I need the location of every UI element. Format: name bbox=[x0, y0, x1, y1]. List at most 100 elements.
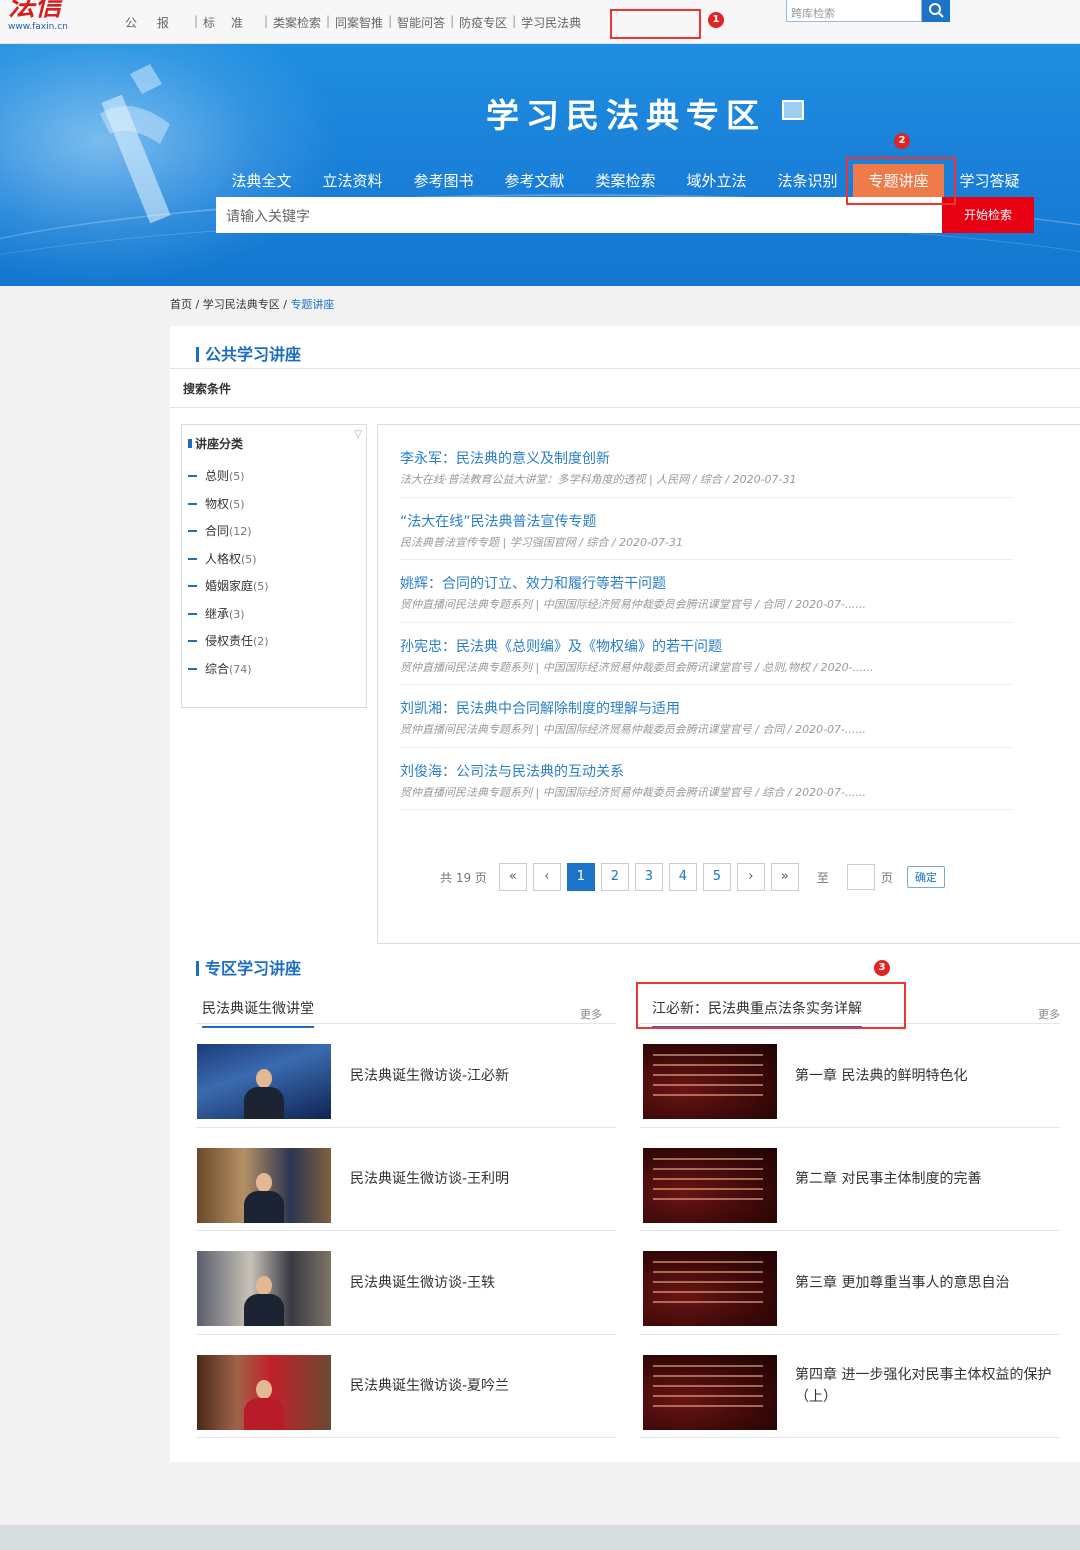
cross-db-search-input[interactable]: 跨库检索 bbox=[786, 0, 922, 22]
breadcrumb-section[interactable]: 学习民法典专区 bbox=[203, 298, 280, 311]
top-bar: 法信 www.faxin.cn 公报 标准 类案检索 同案智推 智能问答 防疫专… bbox=[0, 0, 1080, 44]
video-item[interactable]: 第四章 进一步强化对民事主体权益的保护（上） bbox=[640, 1335, 1060, 1438]
highlight-box-lectures-tab bbox=[846, 157, 956, 205]
tab-literature[interactable]: 参考文献 bbox=[489, 164, 580, 198]
title-card-lines bbox=[653, 1054, 763, 1104]
category-count: (5) bbox=[253, 580, 269, 593]
code-explained-column: 江必新：民法典重点法条实务详解 更多 第一章 民法典的鲜明特色化 第二章 对民事… bbox=[640, 986, 1060, 1438]
category-item[interactable]: 合同(12) bbox=[188, 522, 269, 550]
video-thumbnail[interactable] bbox=[643, 1251, 777, 1326]
huabiao-pillar-icon bbox=[100, 64, 171, 224]
category-name: 婚姻家庭 bbox=[205, 579, 254, 593]
lecture-title-link[interactable]: 刘凯湘：民法典中合同解除制度的理解与适用 bbox=[400, 698, 1012, 718]
lecture-meta: 贸仲直播间民法典专题系列 | 中国国际经济贸易仲裁委员会腾讯课堂官号 / 综合 … bbox=[400, 785, 867, 799]
video-title[interactable]: 民法典诞生微访谈-王轶 bbox=[350, 1231, 620, 1334]
video-title[interactable]: 第四章 进一步强化对民事主体权益的保护（上） bbox=[795, 1335, 1057, 1438]
tab-books[interactable]: 参考图书 bbox=[398, 164, 489, 198]
top-search-button[interactable] bbox=[922, 0, 950, 22]
category-item[interactable]: 继承(3) bbox=[188, 605, 269, 633]
first-page-button[interactable]: « bbox=[498, 863, 527, 891]
page-button-5[interactable]: 5 bbox=[702, 863, 731, 891]
page-button-3[interactable]: 3 bbox=[634, 863, 663, 891]
video-item[interactable]: 第一章 民法典的鲜明特色化 bbox=[640, 1024, 1060, 1128]
footer-strip bbox=[0, 1525, 1080, 1550]
tab-foreign-law[interactable]: 域外立法 bbox=[671, 164, 762, 198]
video-thumbnail[interactable] bbox=[643, 1147, 777, 1223]
category-item[interactable]: 人格权(5) bbox=[188, 550, 269, 578]
nav-item-gazette[interactable]: 公报 bbox=[118, 14, 196, 31]
category-name: 侵权责任 bbox=[205, 634, 254, 648]
video-thumbnail[interactable] bbox=[643, 1354, 777, 1430]
video-thumbnail[interactable] bbox=[197, 1147, 331, 1223]
tab-article-recognition[interactable]: 法条识别 bbox=[762, 164, 853, 198]
more-link[interactable]: 更多 bbox=[1038, 1006, 1060, 1022]
video-item[interactable]: 民法典诞生微访谈-王利明 bbox=[196, 1128, 616, 1231]
public-lectures-title-text: 公共学习讲座 bbox=[205, 345, 302, 364]
step-badge-3: 3 bbox=[874, 960, 890, 976]
lecture-meta: 贸仲直播间民法典专题系列 | 中国国际经济贸易仲裁委员会腾讯课堂官号 / 总则,… bbox=[400, 660, 874, 674]
lecture-title-link[interactable]: 孙宪忠：民法典《总则编》及《物权编》的若干问题 bbox=[400, 636, 1012, 656]
goto-page-input[interactable] bbox=[846, 864, 875, 890]
page-button-1[interactable]: 1 bbox=[566, 863, 595, 891]
confirm-page-button[interactable]: 确定 bbox=[906, 866, 945, 888]
category-item[interactable]: 综合(74) bbox=[188, 660, 269, 688]
category-item[interactable]: 侵权责任(2) bbox=[188, 632, 269, 660]
lecture-title-link[interactable]: “法大在线”民法典普法宣传专题 bbox=[400, 511, 1012, 531]
lecture-title-link[interactable]: 刘俊海：公司法与民法典的互动关系 bbox=[400, 761, 1012, 781]
highlight-box-code-explained bbox=[636, 982, 906, 1029]
list-item: 刘凯湘：民法典中合同解除制度的理解与适用 贸仲直播间民法典专题系列 | 中国国际… bbox=[400, 685, 1012, 748]
nav-item-civil-code[interactable]: 学习民法典 bbox=[512, 14, 588, 31]
video-title[interactable]: 第一章 民法典的鲜明特色化 bbox=[795, 1024, 1065, 1127]
title-card-lines bbox=[653, 1364, 763, 1415]
video-thumbnail[interactable] bbox=[197, 1354, 331, 1430]
column-header: 民法典诞生微讲堂 更多 bbox=[196, 986, 616, 1028]
video-thumbnail[interactable] bbox=[197, 1044, 331, 1119]
tab-legislation[interactable]: 立法资料 bbox=[307, 164, 398, 198]
next-page-button[interactable]: › bbox=[736, 863, 765, 891]
lecture-title-link[interactable]: 李永军：民法典的意义及制度创新 bbox=[400, 448, 1012, 468]
video-title[interactable]: 第三章 更加尊重当事人的意思自治 bbox=[795, 1231, 1065, 1334]
category-list: 总则(5) 物权(5) 合同(12) 人格权(5) 婚姻家庭(5) 继承(3) … bbox=[188, 467, 269, 687]
more-link[interactable]: 更多 bbox=[580, 1006, 602, 1022]
video-item[interactable]: 第三章 更加尊重当事人的意思自治 bbox=[640, 1231, 1060, 1335]
keyword-search-input[interactable]: 请输入关键字 bbox=[216, 197, 942, 233]
search-conditions: 搜索条件 bbox=[170, 368, 1080, 408]
category-item[interactable]: 总则(5) bbox=[188, 467, 269, 495]
video-thumbnail[interactable] bbox=[197, 1251, 331, 1326]
nav-item-epidemic[interactable]: 防疫专区 bbox=[450, 14, 514, 31]
zone-emblem-icon bbox=[782, 100, 804, 120]
video-item[interactable]: 民法典诞生微访谈-王轶 bbox=[196, 1231, 616, 1335]
video-title[interactable]: 第二章 对民事主体制度的完善 bbox=[795, 1128, 1065, 1231]
category-item[interactable]: 婚姻家庭(5) bbox=[188, 577, 269, 605]
category-item[interactable]: 物权(5) bbox=[188, 495, 269, 523]
video-item[interactable]: 民法典诞生微访谈-江必新 bbox=[196, 1024, 616, 1128]
nav-item-smart-qa[interactable]: 智能问答 bbox=[388, 14, 452, 31]
prev-page-button[interactable]: ‹ bbox=[532, 863, 561, 891]
video-title[interactable]: 民法典诞生微访谈-夏吟兰 bbox=[350, 1335, 620, 1438]
category-name: 物权 bbox=[205, 496, 230, 511]
category-name: 人格权 bbox=[205, 551, 242, 566]
lecture-meta: 贸仲直播间民法典专题系列 | 中国国际经济贸易仲裁委员会腾讯课堂官号 / 合同 … bbox=[400, 598, 867, 611]
collapse-chevron-icon[interactable]: ▽ bbox=[354, 429, 362, 440]
video-item[interactable]: 民法典诞生微访谈-夏吟兰 bbox=[196, 1335, 616, 1438]
video-title[interactable]: 民法典诞生微访谈-王利明 bbox=[350, 1128, 620, 1231]
list-item: 刘俊海：公司法与民法典的互动关系 贸仲直播间民法典专题系列 | 中国国际经济贸易… bbox=[400, 748, 1012, 810]
faxin-logo[interactable]: 法信 www.faxin.cn bbox=[8, 0, 68, 32]
category-count: (12) bbox=[229, 525, 252, 538]
tab-full-text[interactable]: 法典全文 bbox=[216, 164, 307, 198]
video-item[interactable]: 第二章 对民事主体制度的完善 bbox=[640, 1128, 1060, 1231]
page-unit-label: 页 bbox=[880, 870, 893, 885]
lecture-title-link[interactable]: 姚辉：合同的订立、效力和履行等若干问题 bbox=[400, 573, 1012, 593]
page-button-2[interactable]: 2 bbox=[600, 863, 629, 891]
list-item: 孙宪忠：民法典《总则编》及《物权编》的若干问题 贸仲直播间民法典专题系列 | 中… bbox=[400, 623, 1012, 685]
video-title[interactable]: 民法典诞生微访谈-江必新 bbox=[350, 1024, 620, 1127]
nav-item-standards[interactable]: 标准 bbox=[194, 14, 266, 31]
page-button-4[interactable]: 4 bbox=[668, 863, 697, 891]
breadcrumb-home[interactable]: 首页 bbox=[170, 298, 192, 311]
tab-case-search[interactable]: 类案检索 bbox=[580, 164, 671, 198]
video-thumbnail[interactable] bbox=[643, 1044, 777, 1119]
last-page-button[interactable]: » bbox=[770, 863, 799, 891]
nav-item-similar-cases[interactable]: 同案智推 bbox=[326, 14, 390, 31]
nav-item-case-search[interactable]: 类案检索 bbox=[264, 14, 328, 31]
tab-qa[interactable]: 学习答疑 bbox=[944, 164, 1035, 198]
